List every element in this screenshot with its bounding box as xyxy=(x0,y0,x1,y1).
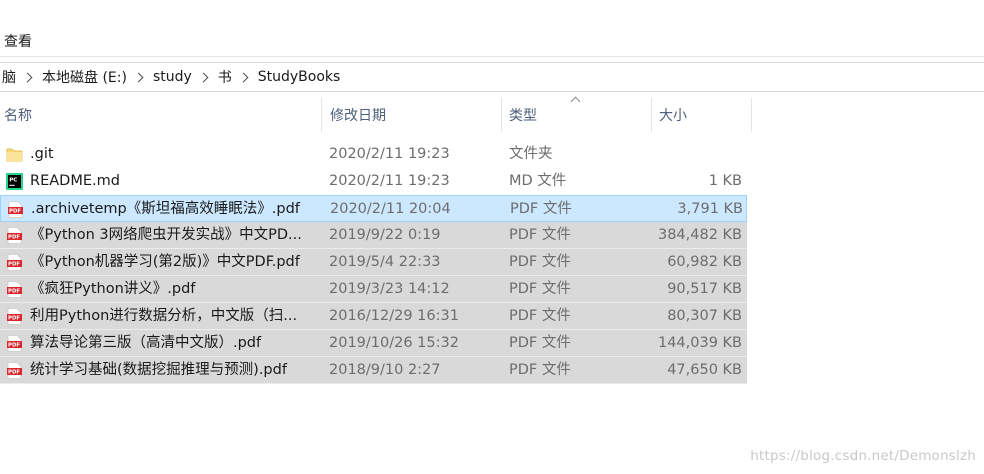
chevron-right-icon[interactable] xyxy=(133,72,144,82)
file-name: 《疯狂Python讲义》.pdf xyxy=(30,281,196,297)
svg-text:PDF: PDF xyxy=(8,235,20,241)
file-date: 2016/12/29 16:31 xyxy=(329,308,459,324)
file-size: 144,039 KB xyxy=(657,335,742,351)
file-type: PDF 文件 xyxy=(509,335,571,351)
file-row[interactable]: PDF .archivetemp《斯坦福高效睡眠法》.pdf 2020/2/11 2… xyxy=(0,195,747,222)
file-row[interactable]: PDF 算法导论第三版（高清中文版）.pdf 2019/10/26 15:32 PDF… xyxy=(0,330,747,357)
file-date: 2020/2/11 19:23 xyxy=(329,173,450,189)
breadcrumb-this-pc[interactable]: 脑 xyxy=(0,67,18,87)
breadcrumb-local-disk[interactable]: 本地磁盘 (E:) xyxy=(40,67,129,87)
pdf-icon: PDF xyxy=(6,254,23,271)
file-type: 文件夹 xyxy=(509,146,553,162)
view-tab[interactable]: 查看 xyxy=(4,31,32,51)
file-name: .git xyxy=(30,146,54,162)
file-size: 1 KB xyxy=(708,173,742,189)
svg-text:PDF: PDF xyxy=(8,289,20,295)
file-size: 384,482 KB xyxy=(657,227,742,243)
chevron-right-icon[interactable] xyxy=(22,72,33,82)
file-date: 2019/3/23 14:12 xyxy=(329,281,450,297)
column-header-size[interactable]: 大小 xyxy=(655,98,752,132)
file-name: 《Python机器学习(第2版)》中文PDF.pdf xyxy=(30,254,300,270)
file-date: 2019/10/26 15:32 xyxy=(329,335,459,351)
file-size: 90,517 KB xyxy=(667,281,742,297)
column-header-date[interactable]: 修改日期 xyxy=(326,98,502,132)
ribbon: 查看 xyxy=(0,0,984,57)
file-list: .git 2020/2/11 19:23 文件夹 PC README.md 2020/2/… xyxy=(0,141,747,384)
chevron-right-icon[interactable] xyxy=(198,72,209,82)
file-size: 80,307 KB xyxy=(667,308,742,324)
file-date: 2020/2/11 19:23 xyxy=(329,146,450,162)
file-type: PDF 文件 xyxy=(509,362,571,378)
watermark: https://blog.csdn.net/Demonslzh xyxy=(750,448,976,464)
breadcrumb-books[interactable]: 书 xyxy=(216,67,234,87)
file-row[interactable]: .git 2020/2/11 19:23 文件夹 xyxy=(0,141,747,168)
file-name: .archivetemp《斯坦福高效睡眠法》.pdf xyxy=(31,201,300,217)
file-date: 2018/9/10 2:27 xyxy=(329,362,441,378)
file-size: 47,650 KB xyxy=(667,362,742,378)
pdf-icon: PDF xyxy=(7,201,24,218)
file-date: 2019/5/4 22:33 xyxy=(329,254,441,270)
file-type: MD 文件 xyxy=(509,173,567,189)
file-name: 算法导论第三版（高清中文版）.pdf xyxy=(30,335,262,351)
file-row[interactable]: PDF 《疯狂Python讲义》.pdf 2019/3/23 14:12 PDF 文件… xyxy=(0,276,747,303)
svg-text:PDF: PDF xyxy=(8,262,20,268)
file-type: PDF 文件 xyxy=(509,254,571,270)
file-name: README.md xyxy=(30,173,120,189)
file-name: 《Python 3网络爬虫开发实战》中文PD... xyxy=(30,227,302,243)
file-type: PDF 文件 xyxy=(510,201,572,217)
column-header-name[interactable]: 名称 xyxy=(0,98,322,132)
file-row[interactable]: PDF 利用Python进行数据分析，中文版（扫... 2016/12/29 16:… xyxy=(0,303,747,330)
file-name: 利用Python进行数据分析，中文版（扫... xyxy=(30,308,298,324)
svg-text:PDF: PDF xyxy=(9,209,21,215)
breadcrumb-studybooks[interactable]: StudyBooks xyxy=(256,69,343,85)
file-row[interactable]: PDF 《Python 3网络爬虫开发实战》中文PD... 2019/9/22 0:… xyxy=(0,222,747,249)
file-type: PDF 文件 xyxy=(509,308,571,324)
file-type: PDF 文件 xyxy=(509,281,571,297)
file-size: 3,791 KB xyxy=(677,201,743,217)
pycharm-file-icon: PC xyxy=(6,173,23,190)
svg-text:PC: PC xyxy=(9,177,17,183)
file-row[interactable]: PC README.md 2020/2/11 19:23 MD 文件 1 KB xyxy=(0,168,747,195)
pdf-icon: PDF xyxy=(6,362,23,379)
file-row[interactable]: PDF 《Python机器学习(第2版)》中文PDF.pdf 2019/5/4 22… xyxy=(0,249,747,276)
address-bar[interactable]: 脑 本地磁盘 (E:) study 书 StudyBooks xyxy=(0,62,984,92)
pdf-icon: PDF xyxy=(6,308,23,325)
pdf-icon: PDF xyxy=(6,227,23,244)
file-type: PDF 文件 xyxy=(509,227,571,243)
file-date: 2020/2/11 20:04 xyxy=(330,201,451,217)
pdf-icon: PDF xyxy=(6,335,23,352)
file-row[interactable]: PDF 统计学习基础(数据挖掘推理与预测).pdf 2018/9/10 2:27 PD… xyxy=(0,357,747,384)
chevron-right-icon[interactable] xyxy=(238,72,249,82)
svg-text:PDF: PDF xyxy=(8,316,20,322)
file-date: 2019/9/22 0:19 xyxy=(329,227,441,243)
svg-text:PDF: PDF xyxy=(8,370,20,376)
svg-text:PDF: PDF xyxy=(8,343,20,349)
folder-icon xyxy=(6,146,23,163)
file-size: 60,982 KB xyxy=(667,254,742,270)
column-headers: 名称 修改日期 类型 大小 xyxy=(0,98,752,132)
breadcrumb-study[interactable]: study xyxy=(151,69,194,85)
pdf-icon: PDF xyxy=(6,281,23,298)
file-name: 统计学习基础(数据挖掘推理与预测).pdf xyxy=(30,362,287,378)
